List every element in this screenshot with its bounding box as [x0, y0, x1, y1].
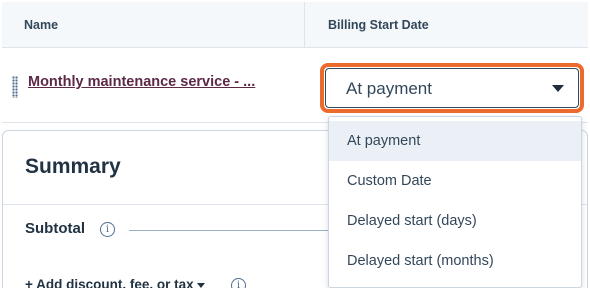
- caret-down-icon: [552, 85, 564, 92]
- column-header-billing-start-date[interactable]: Billing Start Date: [328, 2, 429, 48]
- subtotal-leader-line: [129, 230, 329, 231]
- menu-item-custom-date[interactable]: Custom Date: [329, 161, 581, 201]
- billing-start-date-select[interactable]: At payment: [325, 68, 579, 108]
- drag-handle-icon[interactable]: [12, 76, 18, 98]
- select-value: At payment: [346, 79, 432, 98]
- column-header-name[interactable]: Name: [24, 2, 58, 48]
- info-icon[interactable]: i: [100, 222, 115, 237]
- line-item-name-link[interactable]: Monthly maintenance service - ...: [28, 74, 255, 90]
- column-divider: [304, 2, 305, 48]
- info-icon[interactable]: i: [231, 278, 246, 288]
- billing-start-date-menu: At payment Custom Date Delayed start (da…: [328, 116, 582, 288]
- billing-start-date-select-focus-ring: At payment: [320, 63, 584, 113]
- add-discount-fee-tax-button[interactable]: + Add discount, fee, or tax: [25, 277, 205, 288]
- menu-item-at-payment[interactable]: At payment: [329, 121, 581, 161]
- subtotal-label: Subtotal: [25, 220, 85, 237]
- quote-line-items-panel: Name Billing Start Date Monthly maintena…: [2, 2, 588, 288]
- summary-title: Summary: [25, 155, 121, 178]
- table-header: Name Billing Start Date: [2, 2, 588, 48]
- add-discount-label: + Add discount, fee, or tax: [25, 277, 194, 288]
- menu-item-delayed-start-days[interactable]: Delayed start (days): [329, 201, 581, 241]
- caret-down-icon: [196, 282, 205, 288]
- menu-item-delayed-start-months[interactable]: Delayed start (months): [329, 241, 581, 281]
